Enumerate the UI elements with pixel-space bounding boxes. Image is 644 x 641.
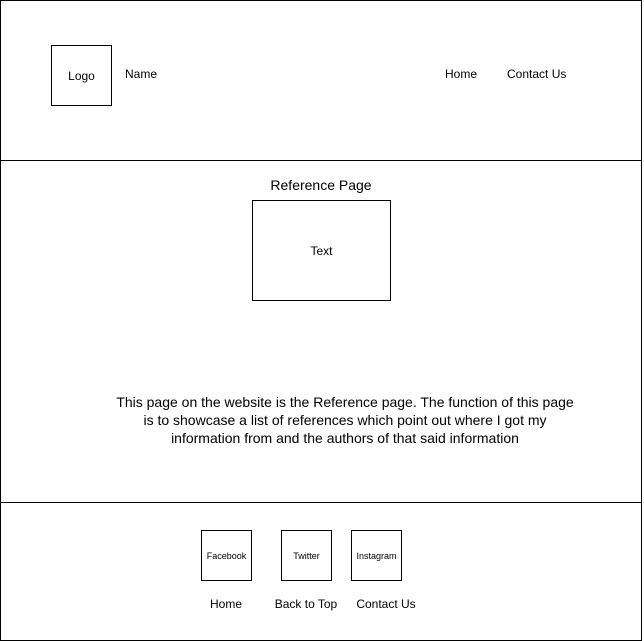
text-placeholder-box: Text	[252, 200, 391, 301]
page-title: Reference Page	[270, 177, 372, 193]
footer-divider	[0, 502, 642, 503]
footer-link-home[interactable]: Home	[196, 597, 256, 611]
facebook-link-box[interactable]: Facebook	[201, 530, 252, 581]
twitter-link-box[interactable]: Twitter	[281, 530, 332, 581]
logo-label: Logo	[68, 68, 95, 83]
page-description: This page on the website is the Referenc…	[116, 394, 574, 446]
header-divider	[0, 160, 642, 161]
logo-placeholder[interactable]: Logo	[51, 45, 112, 106]
twitter-label: Twitter	[293, 550, 320, 561]
nav-link-home[interactable]: Home	[445, 67, 477, 81]
footer-link-back-to-top[interactable]: Back to Top	[271, 597, 341, 611]
instagram-label: Instagram	[356, 550, 397, 561]
footer-link-contact-us[interactable]: Contact Us	[351, 597, 421, 611]
text-placeholder-label: Text	[310, 243, 333, 258]
nav-link-contact-us[interactable]: Contact Us	[507, 67, 566, 81]
facebook-label: Facebook	[206, 550, 247, 561]
instagram-link-box[interactable]: Instagram	[351, 530, 402, 581]
site-name: Name	[125, 67, 158, 81]
